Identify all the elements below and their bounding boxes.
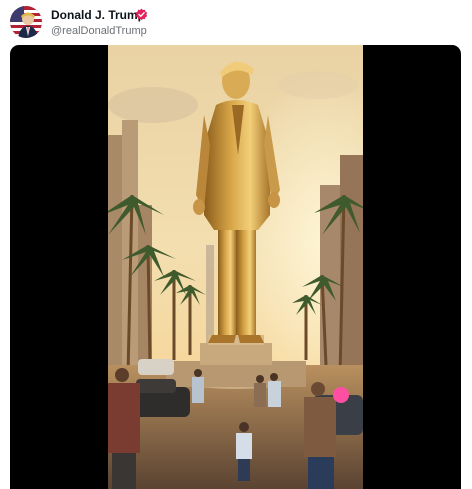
post-header: Donald J. Trump @realDonaldTrump <box>0 0 472 44</box>
avatar[interactable] <box>10 6 42 38</box>
golden-statue-scene-icon <box>108 45 363 489</box>
video-player[interactable] <box>10 45 461 489</box>
display-name[interactable]: Donald J. Trump <box>51 8 145 22</box>
avatar-flag-portrait-icon <box>10 6 42 38</box>
video-frame[interactable] <box>108 45 363 489</box>
verified-badge-icon <box>135 8 148 21</box>
author-handle[interactable]: @realDonaldTrump <box>51 25 147 37</box>
